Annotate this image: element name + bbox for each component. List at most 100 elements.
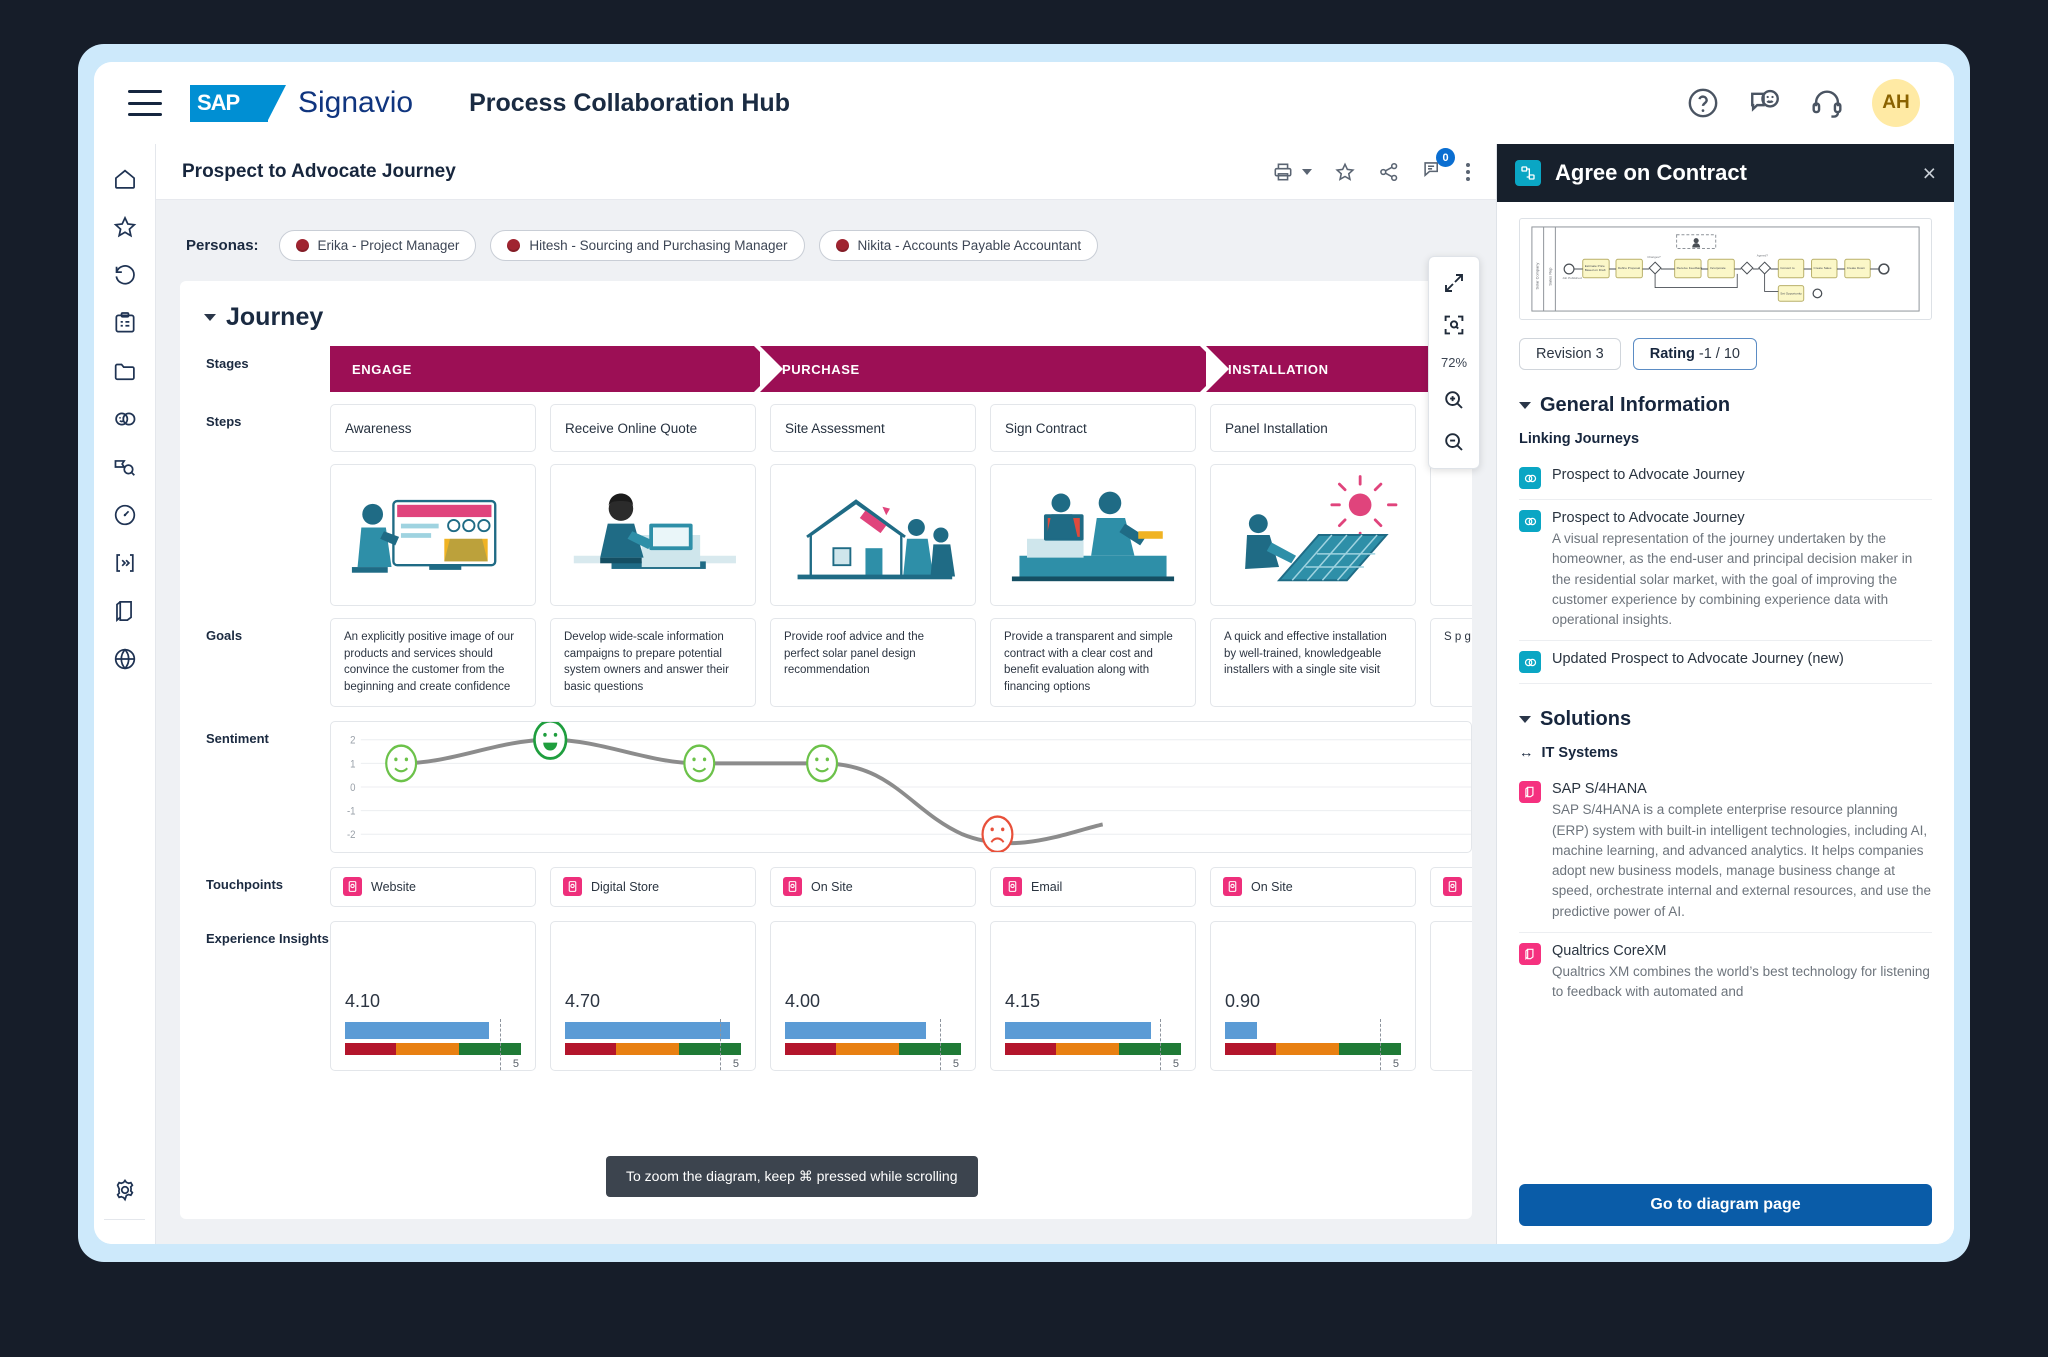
persona-chip[interactable]: Erika - Project Manager [278,230,477,261]
section-general-information[interactable]: General Information [1519,394,1932,417]
section-collapse-icon[interactable] [1519,716,1531,724]
sentiment-marker-1 [385,744,418,783]
persona-chip[interactable]: Hitesh - Sourcing and Purchasing Manager [490,230,805,261]
journey-header[interactable]: Journey [180,299,1472,346]
home-icon[interactable] [112,166,138,192]
illustration-cell[interactable] [990,464,1196,606]
insight-value: 4.70 [565,990,601,1011]
touchpoint-cell[interactable] [1430,866,1472,907]
clipboard-tasks-icon[interactable] [112,310,138,336]
touchpoint-cell[interactable]: On Site [1210,866,1416,907]
stage-purchase[interactable]: PURCHASE [760,346,1223,392]
goal-cell[interactable]: Provide roof advice and the perfect sola… [770,618,976,707]
list-item[interactable]: Prospect to Advocate Journey [1519,457,1932,500]
list-item[interactable]: Qualtrics CoreXM Qualtrics XM combines t… [1519,933,1932,1013]
list-item[interactable]: SAP S/4HANA SAP S/4HANA is a complete en… [1519,771,1932,933]
diagram-thumbnail[interactable]: Solar Company Sales Rep Job Published Es… [1519,218,1932,320]
segment-red [1225,1042,1277,1055]
step-cell[interactable]: Sign Contract [990,404,1196,452]
print-chevron-down-icon[interactable] [1302,168,1312,175]
insight-cell[interactable]: 4.10 5 [330,920,536,1071]
favorites-star-icon[interactable] [112,214,138,240]
settings-gear-icon[interactable] [112,1177,138,1203]
zoom-out-icon[interactable] [1442,430,1466,454]
touchpoint-label: Email [1031,879,1063,894]
illustration-cell[interactable] [1430,464,1472,606]
touchpoint-label: On Site [1251,879,1293,894]
svg-text:Create Sales: Create Sales [1814,266,1832,270]
zoom-in-icon[interactable] [1442,388,1466,412]
segment-orange [616,1042,680,1055]
insight-target-tick [940,1018,941,1071]
fullscreen-icon[interactable] [1442,271,1466,295]
zoom-level[interactable]: 72% [1441,355,1467,370]
recent-history-icon[interactable] [112,262,138,288]
sidebar-settings[interactable] [112,1177,138,1208]
journey-icon[interactable] [112,406,138,432]
comments-button[interactable]: 0 [1422,148,1455,185]
subsection-linking-journeys: Linking Journeys [1519,431,1640,447]
sap-signavio-logo[interactable]: SAP Signavio [190,84,413,122]
insight-cell[interactable]: 0.90 5 [1210,920,1416,1071]
variables-icon[interactable] [112,550,138,576]
dashboard-gauge-icon[interactable] [112,502,138,528]
list-item[interactable]: Prospect to Advocate Journey A visual re… [1519,500,1932,642]
fit-to-screen-icon[interactable] [1442,313,1466,337]
touchpoint-cell[interactable]: On Site [770,866,976,907]
persona-chip[interactable]: Nikita - Accounts Payable Accountant [818,230,1099,261]
help-icon[interactable] [1686,86,1720,120]
stage-engage[interactable]: ENGAGE [330,346,777,392]
goal-cell[interactable]: An explicitly positive image of our prod… [330,618,536,707]
goal-cell[interactable]: Provide a transparent and simple contrac… [990,618,1196,707]
feedback-icon[interactable] [1748,86,1782,120]
folder-icon[interactable] [112,358,138,384]
list-item[interactable]: Updated Prospect to Advocate Journey (ne… [1519,641,1932,685]
step-label: Awareness [345,420,412,436]
kebab-menu-icon[interactable] [1466,162,1470,181]
list-item-name: Updated Prospect to Advocate Journey (ne… [1552,651,1844,668]
step-cell[interactable]: Panel Installation [1210,404,1416,452]
insight-cell[interactable]: 4.00 5 [770,920,976,1071]
goal-cell[interactable]: S p g u [1430,618,1472,707]
close-icon[interactable]: × [1923,161,1936,185]
share-icon[interactable] [1378,161,1400,183]
insight-cell[interactable]: 4.70 5 [550,920,756,1071]
step-cell[interactable]: Receive Online Quote [550,404,756,452]
favorite-star-icon[interactable] [1334,161,1356,183]
rating-chip[interactable]: Rating -1 / 10 [1632,338,1757,370]
glossary-book-icon[interactable] [112,598,138,624]
goal-cell[interactable]: A quick and effective installation by we… [1210,618,1416,707]
goal-cell[interactable]: Develop wide-scale information campaigns… [550,618,756,707]
section-solutions[interactable]: Solutions [1519,708,1932,731]
svg-text:Define Proposal: Define Proposal [1618,266,1640,270]
illustration-cell[interactable] [1210,464,1416,606]
avatar[interactable]: AH [1872,79,1920,127]
steps-track: Awareness Receive Online Quote Site Asse… [330,404,1472,452]
step-label: Receive Online Quote [565,420,698,436]
document-title: Prospect to Advocate Journey [182,160,456,182]
step-cell[interactable]: Awareness [330,404,536,452]
revision-chip[interactable]: Revision 3 [1519,338,1621,370]
section-collapse-icon[interactable] [1519,402,1531,409]
process-explorer-icon[interactable] [112,454,138,480]
illustration-cell[interactable] [770,464,976,606]
illustration-cell[interactable] [330,464,536,606]
support-headset-icon[interactable] [1810,86,1844,120]
print-icon[interactable] [1272,161,1294,183]
touchpoint-cell[interactable]: Email [990,866,1196,907]
go-to-diagram-page-button[interactable]: Go to diagram page [1519,1184,1932,1226]
step-cell[interactable]: Site Assessment [770,404,976,452]
touchpoint-cell[interactable]: Website [330,866,536,907]
sentiment-marker-3 [683,744,716,783]
globe-icon[interactable] [112,646,138,672]
workspace: Prospect to Advocate Journey 0 Personas:… [94,144,1954,1244]
collapse-caret-icon[interactable] [204,314,216,321]
sentiment-chart[interactable]: 2 1 0 -1 -2 [330,720,1472,853]
insight-cell[interactable] [1430,920,1472,1071]
rating-label: Rating [1649,346,1695,362]
touchpoint-cell[interactable]: Digital Store [550,866,756,907]
insight-segments [785,1042,961,1055]
illustration-cell[interactable] [550,464,756,606]
insight-cell[interactable]: 4.15 5 [990,920,1196,1071]
hamburger-icon[interactable] [128,90,162,116]
